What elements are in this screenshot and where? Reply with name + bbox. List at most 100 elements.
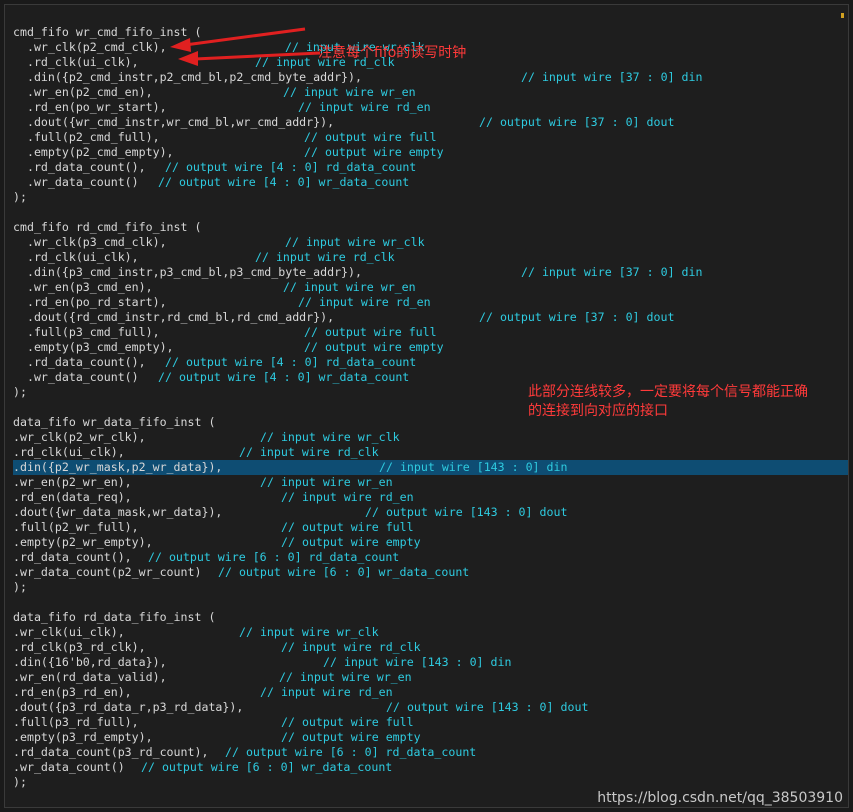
code-line[interactable]: .rd_clk(ui_clk), // input wire rd_clk [13, 250, 848, 265]
code-line[interactable]: .din({p2_wr_mask,p2_wr_data}), // input w… [13, 460, 848, 475]
code-line[interactable]: .wr_clk(ui_clk), // input wire wr_clk [13, 625, 848, 640]
code-text: cmd_fifo wr_cmd_fifo_inst ( [13, 25, 202, 39]
code-comment: // input wire wr_clk [260, 430, 400, 444]
code-text: .din({16'b0,rd_data}), [13, 655, 167, 669]
code-comment: // output wire [37 : 0] dout [479, 310, 675, 324]
code-text: .dout({wr_data_mask,wr_data}), [13, 505, 223, 519]
code-comment: // output wire empty [304, 145, 444, 159]
code-line[interactable]: .wr_data_count(p2_wr_count) // output wir… [13, 565, 848, 580]
code-line[interactable]: .full(p3_cmd_full), // output wire full [13, 325, 848, 340]
code-comment: // input wire rd_en [281, 490, 414, 504]
code-text: .wr_clk(p2_cmd_clk), [13, 40, 167, 54]
code-line[interactable]: .wr_en(p2_wr_en), // input wire wr_en [13, 475, 848, 490]
code-line[interactable]: .full(p2_cmd_full), // output wire full [13, 130, 848, 145]
code-line[interactable]: .rd_data_count(), // output wire [6 : 0] … [13, 550, 848, 565]
code-line[interactable]: .full(p3_rd_full), // output wire full [13, 715, 848, 730]
code-line[interactable]: ); [13, 190, 848, 205]
code-line[interactable]: .din({p3_cmd_instr,p3_cmd_bl,p3_cmd_byte… [13, 265, 848, 280]
code-line[interactable]: .empty(p3_rd_empty), // output wire empty [13, 730, 848, 745]
code-comment: // input wire [143 : 0] din [323, 655, 512, 669]
watermark: https://blog.csdn.net/qq_38503910 [597, 790, 843, 806]
code-text: ); [13, 190, 27, 204]
code-line[interactable]: cmd_fifo wr_cmd_fifo_inst ( [13, 25, 848, 40]
code-line[interactable]: .dout({rd_cmd_instr,rd_cmd_bl,rd_cmd_add… [13, 310, 848, 325]
code-line[interactable]: .rd_data_count(), // output wire [4 : 0] … [13, 160, 848, 175]
code-line[interactable]: .wr_en(p3_cmd_en), // input wire wr_en [13, 280, 848, 295]
code-line[interactable]: .dout({wr_cmd_instr,wr_cmd_bl,wr_cmd_add… [13, 115, 848, 130]
scroll-marker [841, 13, 844, 18]
code-text: .empty(p2_wr_empty), [13, 535, 153, 549]
code-line[interactable]: .din({p2_cmd_instr,p2_cmd_bl,p2_cmd_byte… [13, 70, 848, 85]
code-text: .wr_clk(p3_cmd_clk), [13, 235, 167, 249]
screenshot-frame: cmd_fifo wr_cmd_fifo_inst ( .wr_clk(p2_c… [0, 0, 853, 812]
code-text: .rd_data_count(), [13, 160, 146, 174]
code-line[interactable]: .wr_data_count() // output wire [4 : 0] w… [13, 175, 848, 190]
code-line[interactable]: .rd_en(p3_rd_en), // input wire rd_en [13, 685, 848, 700]
code-line[interactable]: .dout({wr_data_mask,wr_data}), // output … [13, 505, 848, 520]
code-line[interactable]: .rd_data_count(), // output wire [4 : 0] … [13, 355, 848, 370]
code-text: data_fifo wr_data_fifo_inst ( [13, 415, 216, 429]
code-line[interactable]: .rd_clk(ui_clk), // input wire rd_clk [13, 445, 848, 460]
code-comment: // output wire [4 : 0] rd_data_count [165, 355, 417, 369]
code-comment: // output wire full [304, 130, 437, 144]
code-comment: // output wire empty [281, 730, 421, 744]
code-line[interactable]: .empty(p3_cmd_empty), // output wire empt… [13, 340, 848, 355]
code-comment: // input wire rd_clk [281, 640, 421, 654]
clock-note: 注意每个fifo的读写时钟 [318, 45, 467, 61]
code-line[interactable]: ); [13, 580, 848, 595]
code-text: .wr_data_count() [13, 175, 139, 189]
code-comment: // input wire rd_en [298, 295, 431, 309]
code-line[interactable]: .rd_clk(p3_rd_clk), // input wire rd_clk [13, 640, 848, 655]
signal-note-line-2: 的连接到向对应的接口 [528, 403, 668, 419]
code-line[interactable]: .rd_data_count(p3_rd_count), // output wi… [13, 745, 848, 760]
code-line[interactable]: data_fifo rd_data_fifo_inst ( [13, 610, 848, 625]
code-text: .wr_en(p3_cmd_en), [13, 280, 153, 294]
code-line[interactable]: .wr_en(rd_data_valid), // input wire wr_e… [13, 670, 848, 685]
code-line[interactable]: .empty(p2_cmd_empty), // output wire empt… [13, 145, 848, 160]
code-line[interactable]: .dout({p3_rd_data_r,p3_rd_data}), // outp… [13, 700, 848, 715]
code-text: .empty(p3_rd_empty), [13, 730, 153, 744]
code-text: cmd_fifo rd_cmd_fifo_inst ( [13, 220, 202, 234]
code-line[interactable]: .wr_clk(p2_wr_clk), // input wire wr_clk [13, 430, 848, 445]
clock-annotation: 注意每个fifo的读写时钟 [318, 44, 466, 63]
code-text: data_fifo rd_data_fifo_inst ( [13, 610, 216, 624]
code-comment: // input wire [143 : 0] din [379, 460, 568, 474]
code-line[interactable]: .rd_en(data_req), // input wire rd_en [13, 490, 848, 505]
code-line[interactable]: cmd_fifo rd_cmd_fifo_inst ( [13, 220, 848, 235]
code-line[interactable]: .din({16'b0,rd_data}), // input wire [143… [13, 655, 848, 670]
code-text: ); [13, 385, 27, 399]
code-line[interactable] [13, 205, 848, 220]
code-line[interactable]: .wr_data_count() // output wire [6 : 0] w… [13, 760, 848, 775]
code-line[interactable] [13, 595, 848, 610]
code-line[interactable]: .wr_clk(p3_cmd_clk), // input wire wr_clk [13, 235, 848, 250]
code-text: .wr_clk(ui_clk), [13, 625, 125, 639]
code-comment: // output wire [143 : 0] dout [365, 505, 568, 519]
code-comment: // output wire [6 : 0] wr_data_count [218, 565, 470, 579]
code-text: .wr_en(p2_cmd_en), [13, 85, 153, 99]
code-text: .wr_clk(p2_wr_clk), [13, 430, 146, 444]
code-text: .full(p2_cmd_full), [13, 130, 160, 144]
code-text: ); [13, 580, 27, 594]
code-comment: // output wire [6 : 0] rd_data_count [225, 745, 477, 759]
code-comment: // input wire rd_clk [239, 445, 379, 459]
code-text: .dout({rd_cmd_instr,rd_cmd_bl,rd_cmd_add… [13, 310, 335, 324]
code-comment: // input wire wr_en [283, 85, 416, 99]
code-text: .rd_data_count(), [13, 550, 132, 564]
code-text: .rd_en(po_wr_start), [13, 100, 167, 114]
code-text: .empty(p3_cmd_empty), [13, 340, 174, 354]
code-comment: // output wire [143 : 0] dout [386, 700, 589, 714]
code-comment: // output wire [4 : 0] rd_data_count [165, 160, 417, 174]
code-line[interactable]: .full(p2_wr_full), // output wire full [13, 520, 848, 535]
code-comment: // output wire full [281, 715, 414, 729]
code-comment: // output wire [6 : 0] rd_data_count [148, 550, 400, 564]
code-comment: // input wire rd_clk [255, 250, 395, 264]
code-comment: // input wire rd_en [260, 685, 393, 699]
code-line[interactable]: .empty(p2_wr_empty), // output wire empty [13, 535, 848, 550]
code-text: ); [13, 775, 27, 789]
code-comment: // input wire wr_en [279, 670, 412, 684]
code-line[interactable]: ); [13, 775, 848, 790]
code-line[interactable]: .rd_en(po_wr_start), // input wire rd_en [13, 100, 848, 115]
code-line[interactable]: .rd_en(po_rd_start), // input wire rd_en [13, 295, 848, 310]
code-comment: // output wire [6 : 0] wr_data_count [141, 760, 393, 774]
code-line[interactable]: .wr_en(p2_cmd_en), // input wire wr_en [13, 85, 848, 100]
